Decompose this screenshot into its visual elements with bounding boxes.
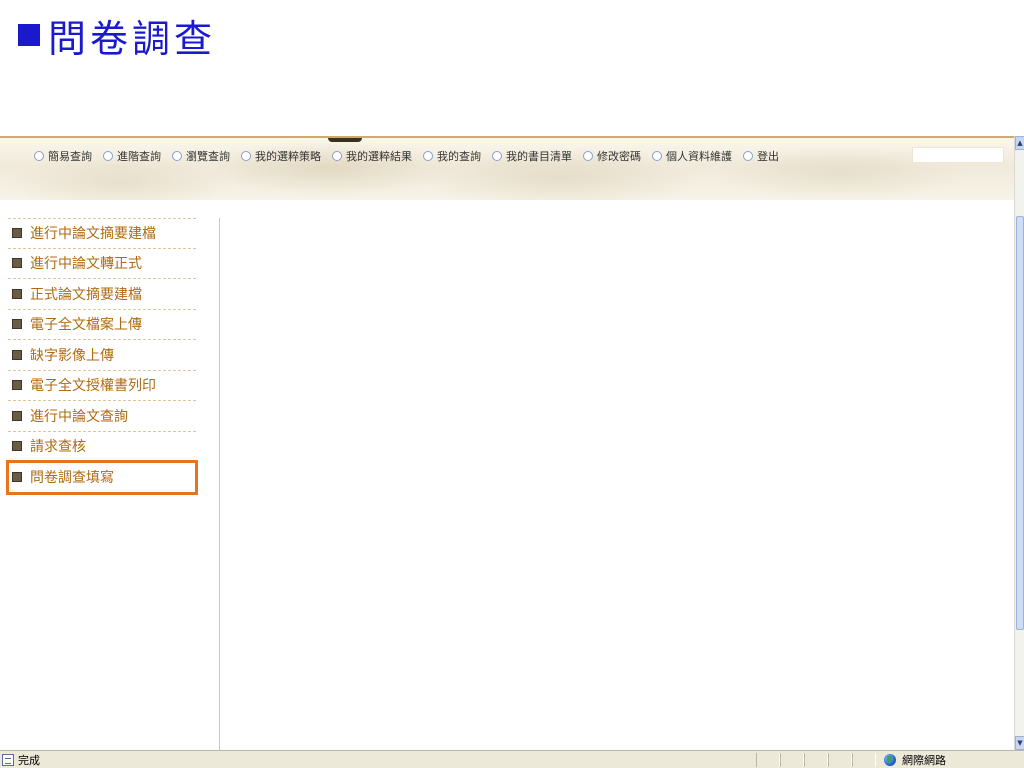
menu-item-convert-formal[interactable]: 進行中論文轉正式 xyxy=(8,249,196,279)
circle-icon xyxy=(583,151,593,161)
square-bullet-icon xyxy=(12,471,22,482)
menu-item-abstract-formal[interactable]: 正式論文摘要建檔 xyxy=(8,279,196,310)
circle-icon xyxy=(652,151,662,161)
status-bar: 完成 網際網路 xyxy=(0,750,1024,768)
nav-logout[interactable]: 登出 xyxy=(743,148,779,164)
status-panels xyxy=(756,753,876,767)
scroll-down-arrow-icon[interactable]: ▼ xyxy=(1015,736,1024,750)
circle-icon xyxy=(103,151,113,161)
status-panel xyxy=(756,753,780,767)
square-bullet-icon xyxy=(12,380,22,391)
scroll-thumb[interactable] xyxy=(1016,216,1024,630)
nav-my-results[interactable]: 我的選粹結果 xyxy=(332,148,412,164)
scroll-up-arrow-icon[interactable]: ▲ xyxy=(1015,136,1024,150)
nav-advanced-search[interactable]: 進階查詢 xyxy=(103,148,161,164)
browser-window: 簡易查詢 進階查詢 瀏覽查詢 我的選粹策略 我的選粹結果 我的查詢 我的書目清單… xyxy=(0,136,1024,768)
square-bullet-icon xyxy=(12,319,22,330)
content-area xyxy=(220,218,1014,750)
nav-item-label: 我的選粹結果 xyxy=(346,150,412,163)
square-bullet-icon xyxy=(12,441,22,452)
menu-item-label: 正式論文摘要建檔 xyxy=(30,286,142,303)
menu-item-label: 問卷調查填寫 xyxy=(30,469,114,486)
menu-item-inprogress-query[interactable]: 進行中論文查詢 xyxy=(8,401,196,432)
menu-item-request-review[interactable]: 請求查核 xyxy=(8,432,196,463)
nav-item-label: 瀏覽查詢 xyxy=(186,150,230,163)
square-bullet-icon xyxy=(12,258,22,269)
circle-icon xyxy=(423,151,433,161)
vertical-scrollbar[interactable]: ▲ ▼ xyxy=(1014,136,1024,750)
menu-item-label: 缺字影像上傳 xyxy=(30,347,114,364)
nav-search-box[interactable] xyxy=(912,147,1004,163)
nav-item-label: 修改密碼 xyxy=(597,150,641,163)
status-zone: 網際網路 xyxy=(884,752,946,768)
nav-items: 簡易查詢 進階查詢 瀏覽查詢 我的選粹策略 我的選粹結果 我的查詢 我的書目清單… xyxy=(34,148,790,164)
left-menu: 進行中論文摘要建檔 進行中論文轉正式 正式論文摘要建檔 電子全文檔案上傳 缺字影… xyxy=(6,218,198,495)
circle-icon xyxy=(492,151,502,161)
slide-title-text: 問卷調查 xyxy=(48,16,217,61)
nav-item-label: 我的選粹策略 xyxy=(255,150,321,163)
menu-item-label: 電子全文授權書列印 xyxy=(30,378,156,395)
menu-item-label: 請求查核 xyxy=(30,439,86,456)
status-panel xyxy=(780,753,804,767)
square-bullet-icon xyxy=(12,349,22,360)
nav-item-label: 我的書目清單 xyxy=(506,150,572,163)
status-text: 完成 xyxy=(18,753,40,767)
nav-simple-search[interactable]: 簡易查詢 xyxy=(34,148,92,164)
status-panel xyxy=(828,753,852,767)
nav-profile[interactable]: 個人資料維護 xyxy=(652,148,732,164)
circle-icon xyxy=(34,151,44,161)
nav-my-strategy[interactable]: 我的選粹策略 xyxy=(241,148,321,164)
nav-my-booklist[interactable]: 我的書目清單 xyxy=(492,148,572,164)
globe-icon xyxy=(884,754,896,766)
nav-item-label: 進階查詢 xyxy=(117,150,161,163)
slide-title: 問卷調查 xyxy=(18,10,217,61)
square-bullet-icon xyxy=(12,410,22,421)
square-bullet-icon xyxy=(18,24,40,46)
nav-item-label: 簡易查詢 xyxy=(48,150,92,163)
menu-item-label: 進行中論文查詢 xyxy=(30,408,128,425)
menu-item-label: 電子全文檔案上傳 xyxy=(30,317,142,334)
menu-item-label: 進行中論文摘要建檔 xyxy=(30,226,156,243)
nav-change-password[interactable]: 修改密碼 xyxy=(583,148,641,164)
menu-item-label: 進行中論文轉正式 xyxy=(30,256,142,273)
circle-icon xyxy=(743,151,753,161)
nav-item-label: 登出 xyxy=(757,150,779,163)
top-nav-bar: 簡易查詢 進階查詢 瀏覽查詢 我的選粹策略 我的選粹結果 我的查詢 我的書目清單… xyxy=(0,136,1016,200)
page-icon xyxy=(2,753,14,766)
status-panel xyxy=(804,753,828,767)
circle-icon xyxy=(332,151,342,161)
status-panel xyxy=(852,753,876,767)
menu-item-fulltext-upload[interactable]: 電子全文檔案上傳 xyxy=(8,310,196,340)
menu-item-missing-glyph-upload[interactable]: 缺字影像上傳 xyxy=(8,340,196,371)
circle-icon xyxy=(172,151,182,161)
menu-item-abstract-inprogress[interactable]: 進行中論文摘要建檔 xyxy=(8,218,196,249)
nav-item-label: 我的查詢 xyxy=(437,150,481,163)
nav-item-label: 個人資料維護 xyxy=(666,150,732,163)
nav-browse-search[interactable]: 瀏覽查詢 xyxy=(172,148,230,164)
circle-icon xyxy=(241,151,251,161)
menu-item-authorization-print[interactable]: 電子全文授權書列印 xyxy=(8,371,196,401)
nav-my-queries[interactable]: 我的查詢 xyxy=(423,148,481,164)
nav-notch-decoration xyxy=(328,138,362,142)
status-zone-label: 網際網路 xyxy=(902,754,946,767)
menu-item-survey[interactable]: 問卷調查填寫 xyxy=(6,460,198,495)
square-bullet-icon xyxy=(12,288,22,299)
square-bullet-icon xyxy=(12,228,22,239)
